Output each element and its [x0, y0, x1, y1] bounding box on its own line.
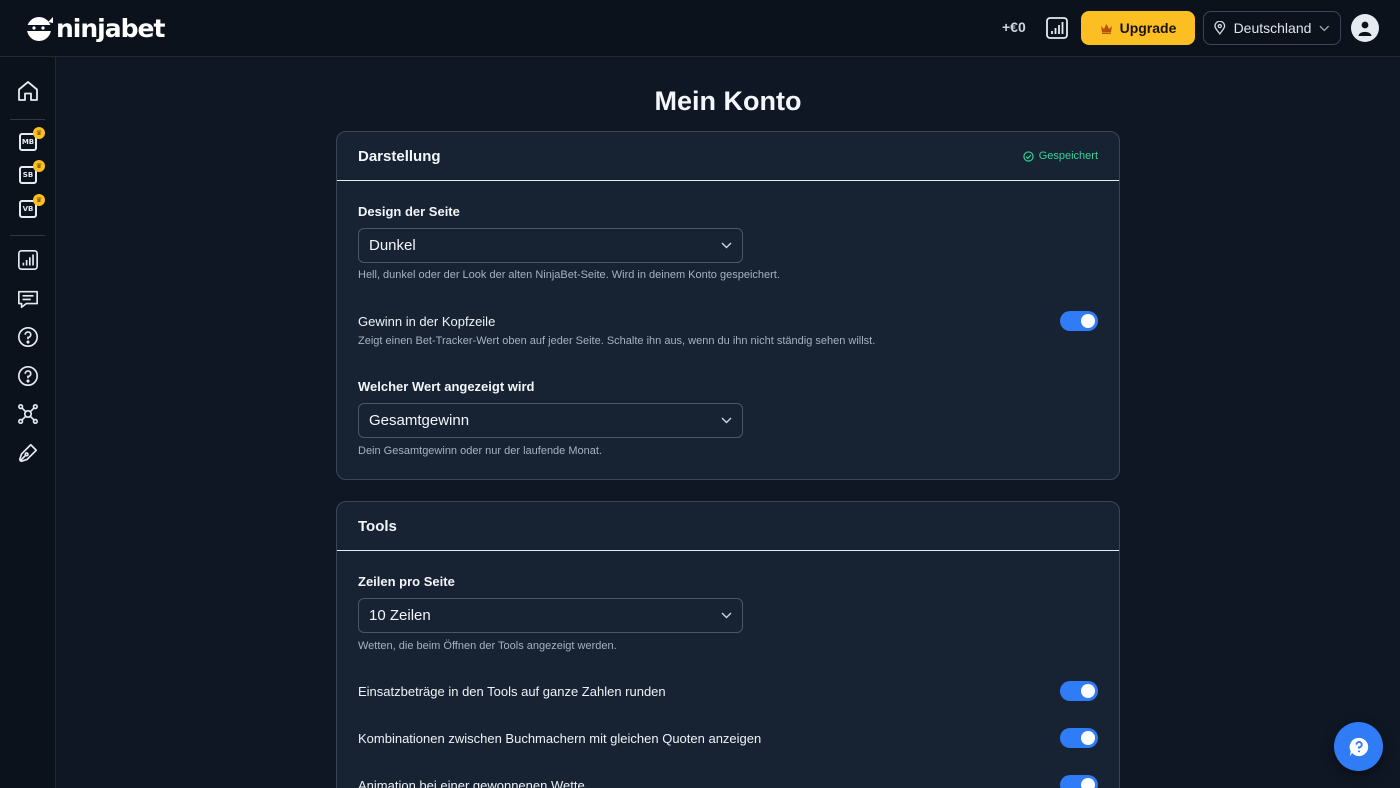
tools-title: Tools — [358, 517, 397, 535]
help-chat-button[interactable] — [1334, 722, 1383, 771]
bar-chart-icon — [1046, 17, 1068, 39]
location-pin-icon — [1214, 21, 1226, 35]
sidebar-item-home[interactable] — [16, 79, 40, 103]
vb-badge-icon: VB ♛ — [19, 194, 45, 218]
sidebar-item-affiliate[interactable] — [16, 402, 40, 426]
bar-chart-icon — [18, 250, 38, 270]
sidebar-divider — [10, 235, 45, 236]
crown-icon: ♛ — [33, 160, 45, 172]
check-circle-icon — [1023, 150, 1034, 162]
rows-per-page-select[interactable]: 10 Zeilen — [358, 598, 743, 633]
round-stakes-toggle[interactable] — [1060, 681, 1098, 701]
country-label: Deutschland — [1233, 20, 1312, 36]
sidebar-item-chat[interactable] — [16, 287, 40, 311]
design-select-value: Dunkel — [369, 237, 416, 254]
saved-status: Gespeichert — [1023, 150, 1098, 162]
darstellung-card-header: Darstellung Gespeichert — [337, 132, 1119, 181]
crown-icon — [1100, 23, 1112, 34]
sidebar-item-edit[interactable] — [16, 441, 40, 465]
network-icon — [18, 404, 38, 424]
sidebar-item-faq[interactable] — [16, 364, 40, 388]
ninja-mask-icon — [27, 17, 53, 41]
sidebar-divider — [10, 119, 45, 120]
home-icon — [18, 81, 38, 101]
help-circle-icon — [18, 327, 38, 347]
sidebar-item-bet-tracker[interactable] — [16, 248, 40, 272]
upgrade-label: Upgrade — [1119, 20, 1177, 36]
user-avatar[interactable] — [1351, 14, 1379, 42]
header-profit-hint: Zeigt einen Bet-Tracker-Wert oben auf je… — [358, 335, 876, 347]
same-odds-combos-toggle[interactable] — [1060, 728, 1098, 748]
chevron-down-icon — [721, 417, 732, 424]
win-animation-toggle[interactable] — [1060, 775, 1098, 788]
header-profit-toggle[interactable] — [1060, 311, 1098, 331]
ninjabet-logo[interactable]: ninjabet — [24, 11, 165, 45]
bet-tracker-button[interactable] — [1045, 16, 1069, 40]
header-profit-label: Gewinn in der Kopfzeile — [358, 314, 496, 329]
displayed-value-label: Welcher Wert angezeigt wird — [358, 379, 535, 394]
user-icon — [1358, 21, 1372, 36]
sidebar: MB ♛ SB ♛ VB ♛ — [0, 57, 56, 788]
sidebar-item-mb[interactable]: MB ♛ — [16, 127, 45, 154]
displayed-value-select-value: Gesamtgewinn — [369, 412, 470, 429]
page-title: Mein Konto — [654, 86, 802, 116]
chevron-down-icon — [721, 242, 732, 249]
chevron-down-icon — [721, 612, 732, 619]
sb-badge-icon: SB ♛ — [19, 160, 45, 184]
header-profit-value[interactable]: +€0 — [1002, 19, 1026, 35]
darstellung-card: Darstellung Gespeichert Design der Seite… — [336, 131, 1120, 480]
crown-icon: ♛ — [33, 127, 45, 139]
help-bubble-icon — [1349, 737, 1368, 756]
round-stakes-label: Einsatzbeträge in den Tools auf ganze Za… — [358, 684, 666, 699]
displayed-value-select[interactable]: Gesamtgewinn — [358, 403, 743, 438]
saved-label: Gespeichert — [1038, 150, 1098, 162]
mb-badge-icon: MB ♛ — [19, 127, 45, 151]
mb-abbr: MB — [21, 138, 35, 146]
sidebar-item-help[interactable] — [16, 325, 40, 349]
design-select[interactable]: Dunkel — [358, 228, 743, 263]
tools-card: Tools Zeilen pro Seite 10 Zeilen Wetten,… — [336, 501, 1120, 788]
sidebar-item-sb[interactable]: SB ♛ — [16, 160, 45, 187]
win-animation-label: Animation bei einer gewonnenen Wette — [358, 778, 585, 788]
rows-per-page-value: 10 Zeilen — [369, 607, 431, 624]
country-select[interactable]: Deutschland — [1203, 11, 1341, 45]
sidebar-item-vb[interactable]: VB ♛ — [16, 194, 45, 221]
top-header: ninjabet +€0 Upgrade Deutschland — [0, 0, 1400, 57]
chat-icon — [18, 290, 38, 309]
sb-abbr: SB — [22, 171, 34, 179]
displayed-value-hint: Dein Gesamtgewinn oder nur der laufende … — [358, 445, 602, 457]
design-label: Design der Seite — [358, 204, 460, 219]
rows-per-page-hint: Wetten, die beim Öffnen der Tools angeze… — [358, 640, 617, 652]
vb-abbr: VB — [22, 205, 34, 213]
tools-card-header: Tools — [337, 502, 1119, 551]
chevron-down-icon — [1319, 25, 1330, 31]
pen-tool-icon — [18, 443, 38, 463]
design-hint: Hell, dunkel oder der Look der alten Nin… — [358, 269, 780, 281]
upgrade-button[interactable]: Upgrade — [1081, 11, 1195, 45]
rows-per-page-label: Zeilen pro Seite — [358, 574, 455, 589]
logo-text: ninjabet — [56, 13, 165, 43]
crown-icon: ♛ — [33, 194, 45, 206]
same-odds-combos-label: Kombinationen zwischen Buchmachern mit g… — [358, 731, 762, 746]
help-circle-icon — [18, 366, 38, 386]
darstellung-title: Darstellung — [358, 147, 441, 165]
